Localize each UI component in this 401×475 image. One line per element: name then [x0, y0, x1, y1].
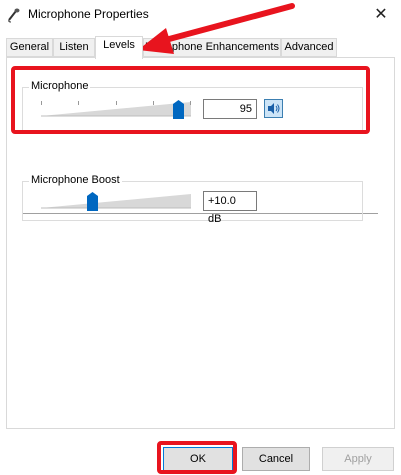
- close-icon: ✕: [374, 6, 388, 23]
- microphone-icon: [8, 8, 20, 23]
- microphone-boost-group: Microphone Boost +10.0 dB: [22, 174, 363, 225]
- microphone-boost-label: Microphone Boost: [29, 174, 122, 186]
- annotation-arrow: [138, 3, 295, 54]
- apply-button[interactable]: Apply: [322, 447, 394, 471]
- close-button[interactable]: ✕: [361, 0, 401, 28]
- boost-level-field[interactable]: +10.0 dB: [203, 191, 257, 225]
- microphone-boost-slider[interactable]: [41, 192, 191, 212]
- tab-levels[interactable]: Levels: [95, 36, 143, 59]
- boost-slider-thumb[interactable]: [87, 192, 98, 211]
- cancel-button[interactable]: Cancel: [242, 447, 310, 471]
- annotation-ok-box: [157, 441, 237, 474]
- annotation-highlight-box: [11, 66, 370, 134]
- tab-general[interactable]: General: [6, 38, 53, 57]
- tab-listen[interactable]: Listen: [53, 38, 95, 57]
- boost-slider-track: [41, 194, 191, 209]
